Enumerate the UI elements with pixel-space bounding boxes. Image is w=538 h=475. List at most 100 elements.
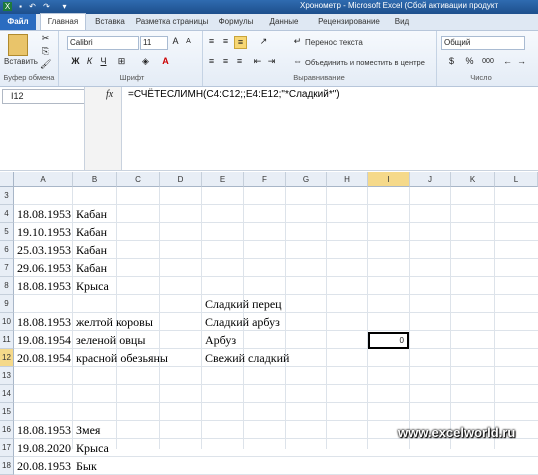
row-header-9[interactable]: 9	[0, 295, 14, 313]
cell-b10[interactable]: желтой коровы	[73, 313, 153, 331]
cell-e10[interactable]: Сладкий арбуз	[202, 313, 280, 331]
increase-decimal-icon[interactable]: ←	[502, 56, 513, 67]
row-header-13[interactable]: 13	[0, 367, 14, 385]
column-header-e[interactable]: E	[202, 172, 244, 187]
active-cell-i12[interactable]: 0	[368, 332, 409, 349]
row-header-4[interactable]: 4	[0, 205, 14, 223]
increase-indent-icon[interactable]: ⇥	[266, 56, 277, 67]
column-header-i[interactable]: I	[368, 172, 410, 187]
align-left-icon[interactable]: ≡	[206, 56, 217, 67]
orientation-icon[interactable]: ↗	[258, 36, 269, 47]
cell-a17[interactable]: 19.08.2020	[14, 439, 71, 457]
currency-icon[interactable]: $	[446, 56, 457, 67]
row-header-3[interactable]: 3	[0, 187, 14, 205]
row-header-16[interactable]: 16	[0, 421, 14, 439]
cell-b4[interactable]: Кабан	[73, 205, 107, 223]
column-header-l[interactable]: L	[495, 172, 538, 187]
tab-data[interactable]: Данные	[262, 14, 306, 30]
tab-page-layout[interactable]: Разметка страницы	[134, 14, 210, 30]
tab-view[interactable]: Вид	[390, 14, 414, 30]
column-header-b[interactable]: B	[73, 172, 117, 187]
format-painter-icon[interactable]: 🖌	[40, 59, 51, 70]
cell-b8[interactable]: Крыса	[73, 277, 109, 295]
number-format-box[interactable]: Общий	[441, 36, 525, 50]
row-header-17[interactable]: 17	[0, 439, 14, 457]
column-header-a[interactable]: A	[14, 172, 73, 187]
column-header-k[interactable]: K	[451, 172, 495, 187]
row-header-10[interactable]: 10	[0, 313, 14, 331]
row-header-14[interactable]: 14	[0, 385, 14, 403]
merge-center-button[interactable]: Объединить и поместить в центре	[305, 58, 425, 67]
decrease-indent-icon[interactable]: ⇤	[252, 56, 263, 67]
font-size-box[interactable]: 11	[140, 36, 168, 50]
column-header-j[interactable]: J	[410, 172, 451, 187]
tab-review[interactable]: Рецензирование	[310, 14, 388, 30]
cell-b5[interactable]: Кабан	[73, 223, 107, 241]
tab-home[interactable]: Главная	[40, 13, 86, 30]
redo-icon[interactable]: ↷	[42, 2, 51, 11]
column-header-d[interactable]: D	[160, 172, 202, 187]
font-color-icon[interactable]: A	[160, 56, 171, 67]
cell-e9[interactable]: Сладкий перец	[202, 295, 282, 313]
wrap-text-button[interactable]: Перенос текста	[305, 38, 363, 47]
cut-icon[interactable]: ✂	[40, 33, 51, 44]
cell-a10[interactable]: 18.08.1953	[14, 313, 71, 331]
percent-button[interactable]: %	[464, 56, 475, 67]
cell-a16[interactable]: 18.08.1953	[14, 421, 71, 439]
cell-b6[interactable]: Кабан	[73, 241, 107, 259]
undo-icon[interactable]: ↶	[28, 2, 37, 11]
cell-a12[interactable]: 20.08.1954	[14, 349, 71, 367]
bold-button[interactable]: Ж	[70, 56, 81, 67]
font-name-box[interactable]: Calibri	[67, 36, 139, 50]
row-header-15[interactable]: 15	[0, 403, 14, 421]
cell-a18[interactable]: 20.08.1953	[14, 457, 71, 475]
column-header-f[interactable]: F	[244, 172, 286, 187]
cell-b11[interactable]: зеленой овцы	[73, 331, 145, 349]
cell-e12[interactable]: Свежий сладкий	[202, 349, 289, 367]
align-top-icon[interactable]: ≡	[206, 36, 217, 47]
borders-icon[interactable]: ⊞	[116, 56, 127, 67]
cell-b7[interactable]: Кабан	[73, 259, 107, 277]
formula-input[interactable]: =СЧЁТЕСЛИМН(C4:C12;;E4:E12;"*Сладкий*")	[128, 89, 340, 100]
row-header-6[interactable]: 6	[0, 241, 14, 259]
cell-a7[interactable]: 29.06.1953	[14, 259, 71, 277]
decrease-decimal-icon[interactable]: →	[516, 56, 527, 67]
copy-icon[interactable]: ⎘	[40, 46, 51, 57]
paste-button[interactable]: Вставить	[4, 57, 38, 66]
cell-b17[interactable]: Крыса	[73, 439, 109, 457]
thousands-button[interactable]: 000	[480, 56, 496, 67]
save-icon[interactable]: ▪	[16, 2, 25, 11]
align-bottom-icon[interactable]: ≡	[234, 36, 247, 49]
italic-button[interactable]: К	[84, 56, 95, 67]
row-header-18[interactable]: 18	[0, 457, 14, 475]
paste-icon[interactable]	[8, 34, 28, 56]
name-box[interactable]: I12	[2, 89, 90, 104]
insert-function-button[interactable]: fx	[106, 89, 113, 100]
row-header-11[interactable]: 11	[0, 331, 14, 349]
column-header-g[interactable]: G	[286, 172, 327, 187]
grow-font-icon[interactable]: A	[170, 36, 181, 47]
cell-b16[interactable]: Змея	[73, 421, 100, 439]
underline-button[interactable]: Ч	[98, 56, 109, 67]
cell-b18[interactable]: Бык	[73, 457, 97, 475]
cell-e11[interactable]: Арбуз	[202, 331, 236, 349]
cell-a5[interactable]: 19.10.1953	[14, 223, 71, 241]
shrink-font-icon[interactable]: A	[183, 36, 194, 47]
row-header-5[interactable]: 5	[0, 223, 14, 241]
tab-insert[interactable]: Вставка	[88, 14, 132, 30]
tab-formulas[interactable]: Формулы	[214, 14, 258, 30]
row-header-7[interactable]: 7	[0, 259, 14, 277]
align-right-icon[interactable]: ≡	[234, 56, 245, 67]
select-all-corner[interactable]	[0, 172, 14, 187]
cell-a6[interactable]: 25.03.1953	[14, 241, 71, 259]
column-header-c[interactable]: C	[117, 172, 160, 187]
align-middle-icon[interactable]: ≡	[220, 36, 231, 47]
tab-file[interactable]: Файл	[0, 14, 36, 30]
align-center-icon[interactable]: ≡	[220, 56, 231, 67]
cell-a8[interactable]: 18.08.1953	[14, 277, 71, 295]
cell-b12[interactable]: красной обезьяны	[73, 349, 168, 367]
cell-a11[interactable]: 19.08.1954	[14, 331, 71, 349]
cell-a4[interactable]: 18.08.1953	[14, 205, 71, 223]
row-header-12[interactable]: 12	[0, 349, 14, 367]
fill-color-icon[interactable]: ◈	[140, 56, 151, 67]
